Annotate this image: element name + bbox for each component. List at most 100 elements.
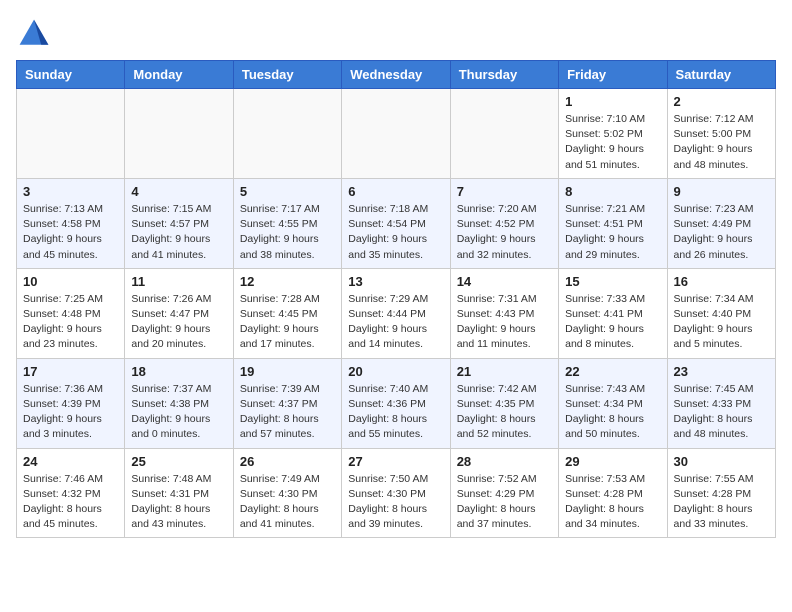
- day-number: 17: [23, 364, 118, 379]
- day-header-tuesday: Tuesday: [233, 61, 341, 89]
- day-info: Sunrise: 7:28 AM Sunset: 4:45 PM Dayligh…: [240, 292, 335, 353]
- day-info: Sunrise: 7:39 AM Sunset: 4:37 PM Dayligh…: [240, 382, 335, 443]
- day-info: Sunrise: 7:49 AM Sunset: 4:30 PM Dayligh…: [240, 472, 335, 533]
- day-number: 9: [674, 184, 769, 199]
- calendar-cell: 17 Sunrise: 7:36 AM Sunset: 4:39 PM Dayli…: [17, 358, 125, 448]
- day-info: Sunrise: 7:34 AM Sunset: 4:40 PM Dayligh…: [674, 292, 769, 353]
- calendar-cell: 16 Sunrise: 7:34 AM Sunset: 4:40 PM Dayli…: [667, 268, 775, 358]
- day-info: Sunrise: 7:50 AM Sunset: 4:30 PM Dayligh…: [348, 472, 443, 533]
- calendar: SundayMondayTuesdayWednesdayThursdayFrid…: [16, 60, 776, 538]
- day-number: 22: [565, 364, 660, 379]
- day-number: 8: [565, 184, 660, 199]
- calendar-cell: 18 Sunrise: 7:37 AM Sunset: 4:38 PM Dayli…: [125, 358, 233, 448]
- day-header-friday: Friday: [559, 61, 667, 89]
- day-info: Sunrise: 7:17 AM Sunset: 4:55 PM Dayligh…: [240, 202, 335, 263]
- day-info: Sunrise: 7:10 AM Sunset: 5:02 PM Dayligh…: [565, 112, 660, 173]
- day-info: Sunrise: 7:23 AM Sunset: 4:49 PM Dayligh…: [674, 202, 769, 263]
- day-number: 19: [240, 364, 335, 379]
- calendar-cell: 19 Sunrise: 7:39 AM Sunset: 4:37 PM Dayli…: [233, 358, 341, 448]
- day-info: Sunrise: 7:46 AM Sunset: 4:32 PM Dayligh…: [23, 472, 118, 533]
- day-info: Sunrise: 7:25 AM Sunset: 4:48 PM Dayligh…: [23, 292, 118, 353]
- calendar-cell: 3 Sunrise: 7:13 AM Sunset: 4:58 PM Daylig…: [17, 178, 125, 268]
- day-number: 13: [348, 274, 443, 289]
- day-number: 24: [23, 454, 118, 469]
- day-header-thursday: Thursday: [450, 61, 558, 89]
- calendar-cell: 22 Sunrise: 7:43 AM Sunset: 4:34 PM Dayli…: [559, 358, 667, 448]
- day-number: 10: [23, 274, 118, 289]
- day-number: 1: [565, 94, 660, 109]
- day-number: 7: [457, 184, 552, 199]
- day-number: 21: [457, 364, 552, 379]
- calendar-cell: [125, 89, 233, 179]
- day-header-sunday: Sunday: [17, 61, 125, 89]
- calendar-cell: 14 Sunrise: 7:31 AM Sunset: 4:43 PM Dayli…: [450, 268, 558, 358]
- day-number: 29: [565, 454, 660, 469]
- calendar-cell: [233, 89, 341, 179]
- calendar-cell: 12 Sunrise: 7:28 AM Sunset: 4:45 PM Dayli…: [233, 268, 341, 358]
- logo: [16, 16, 58, 52]
- day-info: Sunrise: 7:36 AM Sunset: 4:39 PM Dayligh…: [23, 382, 118, 443]
- calendar-cell: 21 Sunrise: 7:42 AM Sunset: 4:35 PM Dayli…: [450, 358, 558, 448]
- calendar-cell: 8 Sunrise: 7:21 AM Sunset: 4:51 PM Daylig…: [559, 178, 667, 268]
- day-info: Sunrise: 7:52 AM Sunset: 4:29 PM Dayligh…: [457, 472, 552, 533]
- calendar-cell: 1 Sunrise: 7:10 AM Sunset: 5:02 PM Daylig…: [559, 89, 667, 179]
- day-info: Sunrise: 7:13 AM Sunset: 4:58 PM Dayligh…: [23, 202, 118, 263]
- day-info: Sunrise: 7:12 AM Sunset: 5:00 PM Dayligh…: [674, 112, 769, 173]
- day-info: Sunrise: 7:26 AM Sunset: 4:47 PM Dayligh…: [131, 292, 226, 353]
- header: [16, 16, 776, 52]
- day-number: 6: [348, 184, 443, 199]
- day-number: 26: [240, 454, 335, 469]
- calendar-cell: 7Sunrise: 7:20 AM Sunset: 4:52 PM Daylig…: [450, 178, 558, 268]
- day-number: 25: [131, 454, 226, 469]
- day-number: 30: [674, 454, 769, 469]
- calendar-cell: 20Sunrise: 7:40 AM Sunset: 4:36 PM Dayli…: [342, 358, 450, 448]
- day-number: 16: [674, 274, 769, 289]
- calendar-cell: [342, 89, 450, 179]
- day-number: 2: [674, 94, 769, 109]
- calendar-cell: 25 Sunrise: 7:48 AM Sunset: 4:31 PM Dayli…: [125, 448, 233, 538]
- day-number: 5: [240, 184, 335, 199]
- day-info: Sunrise: 7:45 AM Sunset: 4:33 PM Dayligh…: [674, 382, 769, 443]
- day-number: 27: [348, 454, 443, 469]
- calendar-cell: 10 Sunrise: 7:25 AM Sunset: 4:48 PM Dayli…: [17, 268, 125, 358]
- day-number: 15: [565, 274, 660, 289]
- calendar-cell: 15 Sunrise: 7:33 AM Sunset: 4:41 PM Dayli…: [559, 268, 667, 358]
- day-info: Sunrise: 7:48 AM Sunset: 4:31 PM Dayligh…: [131, 472, 226, 533]
- day-number: 20: [348, 364, 443, 379]
- day-header-saturday: Saturday: [667, 61, 775, 89]
- calendar-cell: 23 Sunrise: 7:45 AM Sunset: 4:33 PM Dayli…: [667, 358, 775, 448]
- day-number: 3: [23, 184, 118, 199]
- calendar-cell: 2 Sunrise: 7:12 AM Sunset: 5:00 PM Daylig…: [667, 89, 775, 179]
- calendar-cell: [450, 89, 558, 179]
- day-number: 12: [240, 274, 335, 289]
- calendar-cell: 29 Sunrise: 7:53 AM Sunset: 4:28 PM Dayli…: [559, 448, 667, 538]
- calendar-cell: 28 Sunrise: 7:52 AM Sunset: 4:29 PM Dayli…: [450, 448, 558, 538]
- calendar-cell: 11 Sunrise: 7:26 AM Sunset: 4:47 PM Dayli…: [125, 268, 233, 358]
- day-number: 18: [131, 364, 226, 379]
- calendar-cell: 24 Sunrise: 7:46 AM Sunset: 4:32 PM Dayli…: [17, 448, 125, 538]
- calendar-cell: 6Sunrise: 7:18 AM Sunset: 4:54 PM Daylig…: [342, 178, 450, 268]
- calendar-cell: 26 Sunrise: 7:49 AM Sunset: 4:30 PM Dayli…: [233, 448, 341, 538]
- day-info: Sunrise: 7:42 AM Sunset: 4:35 PM Dayligh…: [457, 382, 552, 443]
- day-info: Sunrise: 7:37 AM Sunset: 4:38 PM Dayligh…: [131, 382, 226, 443]
- day-info: Sunrise: 7:31 AM Sunset: 4:43 PM Dayligh…: [457, 292, 552, 353]
- day-number: 4: [131, 184, 226, 199]
- day-number: 11: [131, 274, 226, 289]
- day-info: Sunrise: 7:15 AM Sunset: 4:57 PM Dayligh…: [131, 202, 226, 263]
- calendar-cell: 27 Sunrise: 7:50 AM Sunset: 4:30 PM Dayli…: [342, 448, 450, 538]
- calendar-cell: 13 Sunrise: 7:29 AM Sunset: 4:44 PM Dayli…: [342, 268, 450, 358]
- day-number: 23: [674, 364, 769, 379]
- day-number: 14: [457, 274, 552, 289]
- calendar-cell: 9 Sunrise: 7:23 AM Sunset: 4:49 PM Daylig…: [667, 178, 775, 268]
- day-header-monday: Monday: [125, 61, 233, 89]
- day-info: Sunrise: 7:53 AM Sunset: 4:28 PM Dayligh…: [565, 472, 660, 533]
- day-info: Sunrise: 7:29 AM Sunset: 4:44 PM Dayligh…: [348, 292, 443, 353]
- day-info: Sunrise: 7:55 AM Sunset: 4:28 PM Dayligh…: [674, 472, 769, 533]
- day-info: Sunrise: 7:33 AM Sunset: 4:41 PM Dayligh…: [565, 292, 660, 353]
- day-info: Sunrise: 7:21 AM Sunset: 4:51 PM Dayligh…: [565, 202, 660, 263]
- day-info: Sunrise: 7:43 AM Sunset: 4:34 PM Dayligh…: [565, 382, 660, 443]
- day-number: 28: [457, 454, 552, 469]
- calendar-cell: 5 Sunrise: 7:17 AM Sunset: 4:55 PM Daylig…: [233, 178, 341, 268]
- calendar-cell: 4 Sunrise: 7:15 AM Sunset: 4:57 PM Daylig…: [125, 178, 233, 268]
- logo-icon: [16, 16, 52, 52]
